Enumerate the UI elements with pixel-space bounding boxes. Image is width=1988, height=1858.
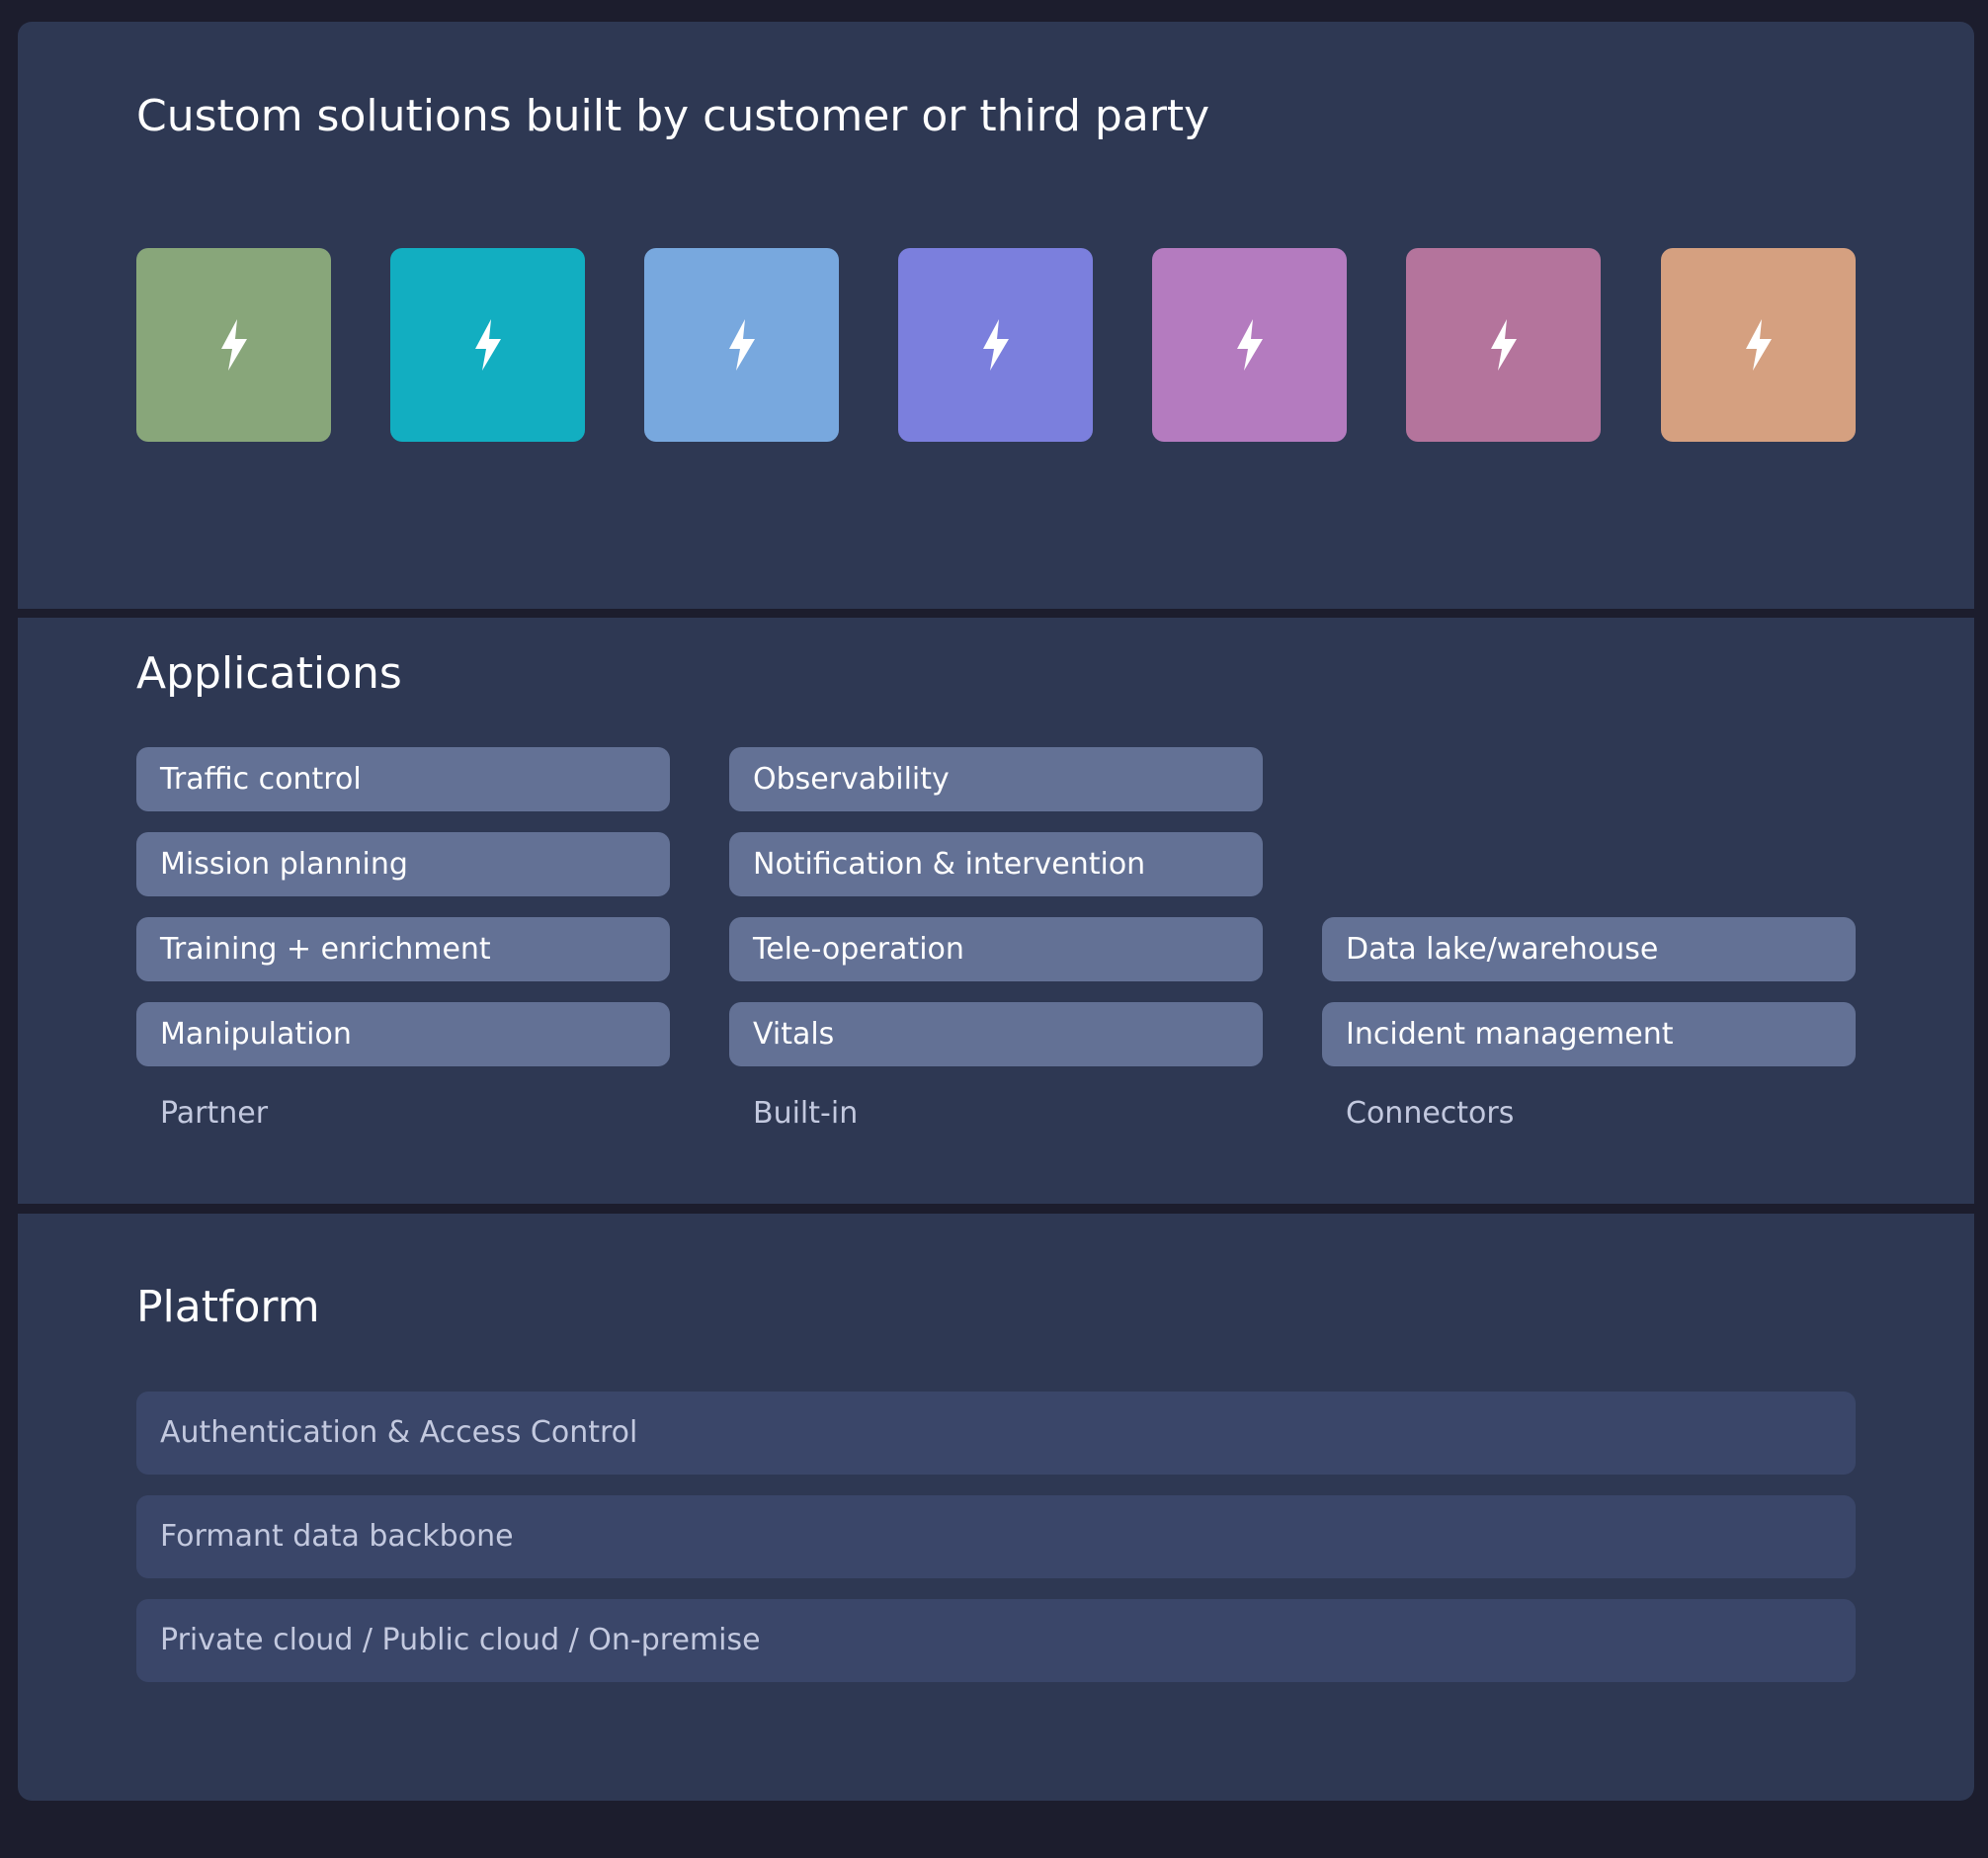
- application-pill-manipulation: Manipulation: [136, 1002, 670, 1066]
- application-pill-tele-operation: Tele-operation: [729, 917, 1263, 981]
- applications-title: Applications: [136, 648, 402, 699]
- platform-panel: Platform Authentication & Access Control…: [18, 1214, 1974, 1801]
- lightning-bolt-icon: [1490, 319, 1517, 371]
- lightning-bolt-icon: [728, 319, 755, 371]
- platform-title: Platform: [136, 1282, 320, 1332]
- application-pill-notification-intervention: Notification & intervention: [729, 832, 1263, 896]
- application-pill-training-enrichment: Training + enrichment: [136, 917, 670, 981]
- custom-solution-tile: [1152, 248, 1347, 442]
- application-pill-incident-management: Incident management: [1322, 1002, 1856, 1066]
- lightning-bolt-icon: [474, 319, 501, 371]
- custom-solutions-title: Custom solutions built by customer or th…: [136, 91, 1210, 141]
- lightning-bolt-icon: [1745, 319, 1772, 371]
- lightning-bolt-icon: [982, 319, 1009, 371]
- application-pill-traffic-control: Traffic control: [136, 747, 670, 811]
- application-pill-observability: Observability: [729, 747, 1263, 811]
- platform-layer-data-backbone: Formant data backbone: [136, 1495, 1856, 1578]
- custom-solution-tile: [136, 248, 331, 442]
- platform-layer-authentication: Authentication & Access Control: [136, 1392, 1856, 1475]
- column-label-built-in: Built-in: [753, 1096, 859, 1131]
- column-label-connectors: Connectors: [1346, 1096, 1515, 1131]
- custom-solution-tile: [390, 248, 585, 442]
- applications-panel: Applications Traffic control Mission pla…: [18, 618, 1974, 1204]
- custom-solution-tile: [644, 248, 839, 442]
- column-label-partner: Partner: [160, 1096, 269, 1131]
- custom-solution-tile: [1661, 248, 1856, 442]
- application-pill-vitals: Vitals: [729, 1002, 1263, 1066]
- application-pill-mission-planning: Mission planning: [136, 832, 670, 896]
- custom-solution-tile: [1406, 248, 1601, 442]
- application-pill-data-lake-warehouse: Data lake/warehouse: [1322, 917, 1856, 981]
- lightning-bolt-icon: [220, 319, 247, 371]
- platform-layer-deployment: Private cloud / Public cloud / On-premis…: [136, 1599, 1856, 1682]
- custom-solution-tile: [898, 248, 1093, 442]
- custom-solutions-panel: Custom solutions built by customer or th…: [18, 22, 1974, 609]
- lightning-bolt-icon: [1236, 319, 1263, 371]
